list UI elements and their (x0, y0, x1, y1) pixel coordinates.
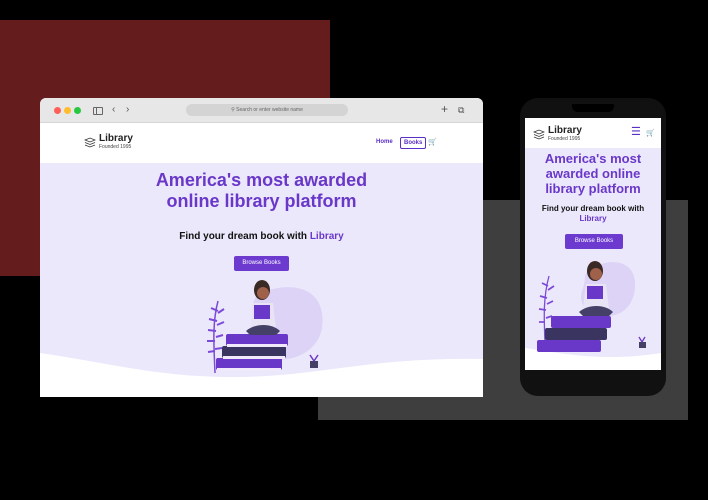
search-icon: ⚲ (231, 107, 235, 113)
phone-notch (572, 104, 614, 112)
mobile-logo-tagline: Founded 1995 (548, 136, 581, 142)
desktop-site: Library Founded 1995 Home Books 🛒 Americ… (40, 123, 483, 397)
book-stack-illustration (216, 334, 288, 371)
chevron-right-icon[interactable]: › (126, 104, 129, 116)
mobile-screen: Library Founded 1995 ☰ 🛒 America's most … (525, 118, 661, 370)
minimize-window-button[interactable] (64, 107, 71, 114)
logo-name: Library (99, 133, 133, 144)
tabs-icon[interactable]: ⧉ (458, 104, 464, 116)
chevron-left-icon[interactable]: ‹ (112, 104, 115, 116)
browser-toolbar: ‹ › ⚲ Search or enter website name + ⧉ (40, 98, 483, 123)
address-placeholder: Search or enter website name (236, 107, 303, 113)
site-navbar: Library Founded 1995 Home Books 🛒 (40, 123, 483, 163)
nav-link-home[interactable]: Home (376, 139, 393, 145)
address-bar[interactable]: ⚲ Search or enter website name (186, 104, 348, 116)
mobile-site-logo[interactable]: Library Founded 1995 (533, 126, 582, 142)
mobile-phone-frame: Library Founded 1995 ☰ 🛒 America's most … (520, 98, 666, 396)
site-logo[interactable]: Library Founded 1995 (84, 134, 133, 150)
small-plant-pot-illustration (309, 354, 319, 368)
maximize-window-button[interactable] (74, 107, 81, 114)
mobile-logo-name: Library (548, 125, 582, 136)
mobile-hero-section: America's most awarded online library pl… (525, 148, 661, 370)
sidebar-toggle-icon[interactable] (93, 107, 103, 115)
books-logo-icon (84, 137, 96, 148)
close-window-button[interactable] (54, 107, 61, 114)
mobile-navbar: Library Founded 1995 ☰ 🛒 (525, 118, 661, 148)
hamburger-menu-icon[interactable]: ☰ (631, 127, 641, 138)
plus-icon[interactable]: + (441, 103, 448, 115)
desktop-browser-window: ‹ › ⚲ Search or enter website name + ⧉ L… (40, 98, 483, 397)
logo-tagline: Founded 1995 (99, 144, 132, 150)
hero-illustration (40, 280, 483, 397)
mobile-hero-illustration (525, 261, 661, 370)
books-logo-icon (533, 129, 545, 140)
hero-section: America's most awarded online library pl… (40, 163, 483, 397)
cart-icon[interactable]: 🛒 (428, 138, 437, 146)
cart-icon[interactable]: 🛒 (646, 129, 655, 137)
nav-link-books[interactable]: Books (400, 137, 427, 149)
